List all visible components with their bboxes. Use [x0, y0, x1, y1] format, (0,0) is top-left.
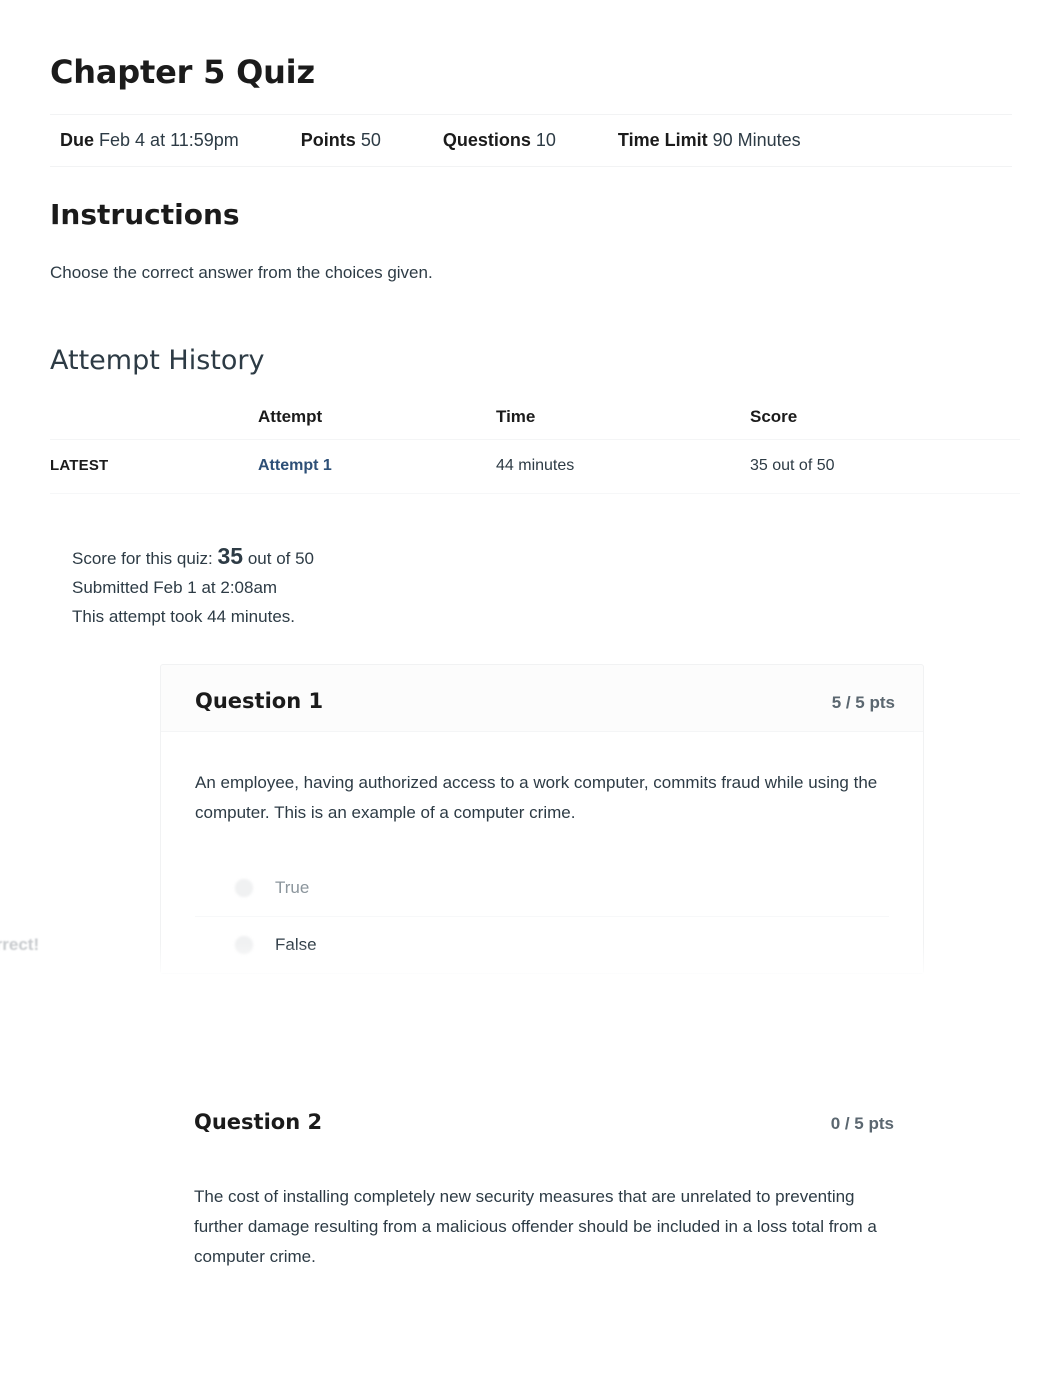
questions-list: Question 1 5 / 5 pts An employee, having…	[0, 664, 1012, 1272]
attempt-1-link[interactable]: Attempt 1	[258, 457, 332, 474]
attempt-history-table: Attempt Time Score LATEST Attempt 1 44 m…	[50, 401, 1020, 494]
radio-button-icon[interactable]	[235, 936, 253, 954]
page-title: Chapter 5 Quiz	[50, 53, 315, 91]
answer-status-correct: Correct!	[0, 935, 40, 954]
question-2-body: The cost of installing completely new se…	[160, 1152, 922, 1272]
meta-label-time-limit: Time Limit	[617, 130, 708, 150]
latest-badge: LATEST	[50, 457, 109, 474]
meta-label-questions: Questions	[442, 130, 531, 150]
question-1-title: Question 1	[195, 689, 324, 713]
attempt-history-heading: Attempt History	[50, 345, 265, 376]
question-1-text: An employee, having authorized access to…	[195, 773, 878, 822]
meta-item-due: Due Feb 4 at 11:59pm	[60, 128, 239, 152]
question-spacer	[160, 974, 1012, 1086]
question-2-points: 0 / 5 pts	[830, 1114, 894, 1133]
question-1-header: Question 1 5 / 5 pts	[161, 665, 923, 731]
quiz-results-page: Chapter 5 Quiz Due Feb 4 at 11:59pm Poin…	[0, 0, 1062, 1377]
cell-attempt: Attempt 1	[258, 439, 496, 494]
column-header-score: Score	[750, 401, 1020, 440]
cell-time: 44 minutes	[496, 439, 750, 494]
meta-value-time-limit: 90 Minutes	[712, 130, 801, 150]
meta-value-questions: 10	[535, 130, 556, 150]
answer-label-false: False	[275, 935, 317, 954]
score-summary: Score for this quiz: 35 out of 50 Submit…	[50, 544, 1012, 631]
instructions-heading: Instructions	[50, 198, 240, 231]
question-2-text: The cost of installing completely new se…	[194, 1187, 877, 1266]
meta-label-due: Due	[60, 130, 95, 150]
answer-label-true: True	[275, 878, 310, 897]
radio-button-icon[interactable]	[235, 879, 253, 897]
question-1-answers: True Correct! False	[0, 860, 889, 973]
score-prefix: Score for this quiz:	[72, 549, 213, 568]
score-line: Score for this quiz: 35 out of 50	[72, 544, 1012, 573]
cell-score: 35 out of 50	[750, 439, 1020, 494]
quiz-meta-bar: Due Feb 4 at 11:59pm Points 50 Questions…	[50, 114, 1012, 167]
column-header-attempt: Attempt	[258, 401, 496, 440]
instructions-body: Choose the correct answer from the choic…	[50, 263, 433, 282]
meta-item-points: Points 50	[301, 128, 381, 152]
table-header-row: Attempt Time Score	[50, 401, 1020, 440]
meta-value-due: Feb 4 at 11:59pm	[99, 130, 239, 150]
column-header-time: Time	[496, 401, 750, 440]
question-2-title: Question 2	[194, 1110, 323, 1134]
question-2-header: Question 2 0 / 5 pts	[160, 1086, 922, 1152]
cell-kept: LATEST	[50, 439, 258, 494]
meta-item-time-limit: Time Limit 90 Minutes	[618, 128, 801, 152]
submitted-line: Submitted Feb 1 at 2:08am	[72, 578, 278, 597]
duration-line: This attempt took 44 minutes.	[72, 607, 295, 626]
table-row: LATEST Attempt 1 44 minutes 35 out of 50	[50, 439, 1020, 494]
score-value: 35	[217, 543, 244, 569]
question-1-body: An employee, having authorized access to…	[0, 731, 923, 973]
question-1-points: 5 / 5 pts	[831, 693, 895, 712]
meta-label-points: Points	[300, 130, 356, 150]
question-2: Question 2 0 / 5 pts The cost of install…	[160, 1086, 922, 1272]
meta-item-questions: Questions 10	[443, 128, 556, 152]
answer-option-false[interactable]: Correct! False	[0, 916, 889, 973]
meta-value-points: 50	[360, 130, 381, 150]
score-suffix: out of 50	[247, 549, 315, 568]
question-1: Question 1 5 / 5 pts An employee, having…	[0, 664, 963, 995]
answer-option-true[interactable]: True	[195, 860, 889, 916]
column-header-kept	[50, 401, 258, 440]
